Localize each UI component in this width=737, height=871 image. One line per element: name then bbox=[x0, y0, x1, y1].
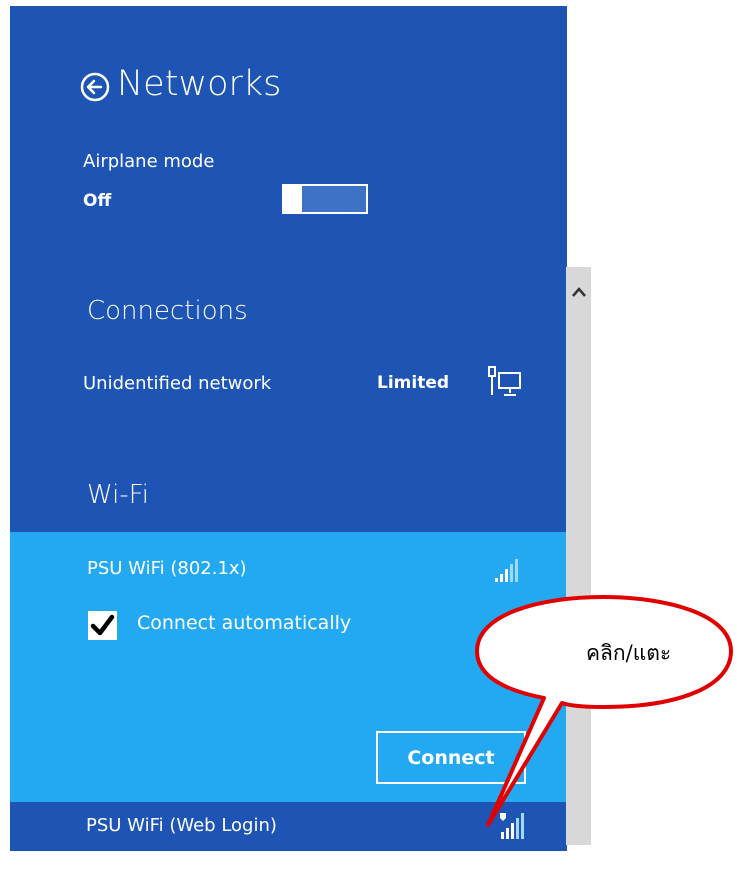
connect-automatically-checkbox[interactable] bbox=[88, 611, 117, 640]
checkmark-icon bbox=[90, 614, 115, 636]
wired-network-icon bbox=[488, 366, 521, 396]
airplane-mode-label: Airplane mode bbox=[83, 151, 215, 172]
airplane-mode-state: Off bbox=[83, 191, 112, 211]
callout-text: คลิก/แตะ bbox=[586, 641, 672, 665]
toggle-thumb bbox=[284, 186, 302, 212]
connect-automatically-label: Connect automatically bbox=[137, 612, 352, 634]
callout-bubble bbox=[475, 595, 733, 827]
connection-name: Unidentified network bbox=[83, 373, 272, 394]
airplane-mode-toggle[interactable] bbox=[282, 184, 368, 214]
wifi-heading: Wi-Fi bbox=[87, 480, 150, 510]
selected-network-name: PSU WiFi (802.1x) bbox=[87, 558, 247, 579]
chevron-up-icon bbox=[571, 287, 586, 297]
scroll-up-button[interactable] bbox=[566, 267, 591, 317]
back-button[interactable] bbox=[80, 72, 110, 102]
connections-heading: Connections bbox=[87, 296, 248, 326]
back-arrow-icon bbox=[80, 72, 110, 102]
page-title: Networks bbox=[117, 64, 282, 104]
connection-status: Limited bbox=[377, 373, 450, 393]
connection-item-unidentified[interactable]: Unidentified network Limited bbox=[10, 362, 567, 410]
wifi-signal-icon bbox=[495, 559, 518, 582]
network-name: PSU WiFi (Web Login) bbox=[86, 815, 277, 836]
